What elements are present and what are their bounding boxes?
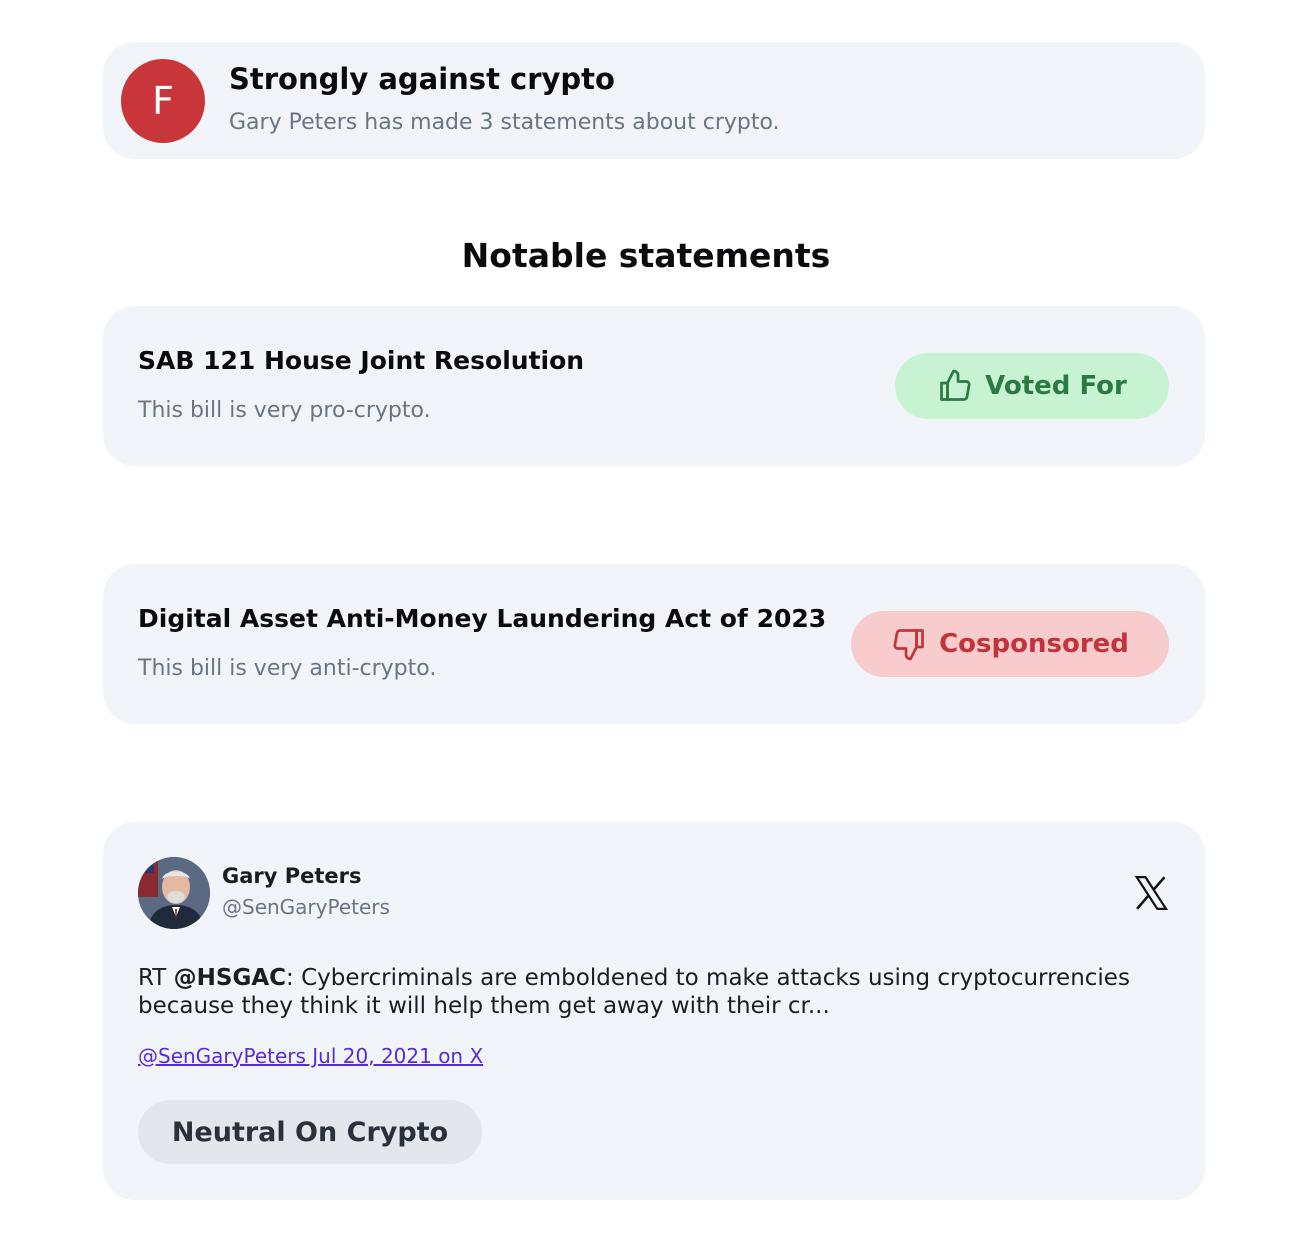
grade-title: Strongly against crypto	[229, 62, 615, 96]
grade-summary-card: F Strongly against crypto Gary Peters ha…	[103, 42, 1205, 159]
vote-status-label: Cosponsored	[939, 629, 1129, 659]
vote-status-label: Voted For	[985, 371, 1127, 401]
bill-card[interactable]: Digital Asset Anti-Money Laundering Act …	[103, 564, 1205, 724]
x-logo-icon[interactable]	[1132, 874, 1170, 912]
tweet-author-name: Gary Peters	[222, 864, 362, 888]
thumbs-down-icon	[893, 629, 924, 661]
tweet-source-link[interactable]: @SenGaryPeters Jul 20, 2021 on X	[138, 1044, 483, 1068]
bill-description: This bill is very anti-crypto.	[138, 656, 437, 681]
tweet-text: RT @HSGAC: Cybercriminals are emboldened…	[138, 965, 1130, 1019]
tweet-mention[interactable]: @HSGAC	[174, 965, 286, 991]
bill-description: This bill is very pro-crypto.	[138, 398, 431, 423]
vote-status-pill: Cosponsored	[851, 611, 1169, 677]
vote-status-pill: Voted For	[895, 353, 1169, 419]
grade-badge: F	[121, 59, 205, 143]
stance-badge: Neutral On Crypto	[138, 1100, 482, 1164]
bill-title: Digital Asset Anti-Money Laundering Act …	[138, 604, 827, 633]
section-heading: Notable statements	[461, 236, 831, 275]
bill-title: SAB 121 House Joint Resolution	[138, 346, 585, 375]
tweet-author-handle: @SenGaryPeters	[222, 895, 390, 919]
grade-subtitle: Gary Peters has made 3 statements about …	[229, 110, 780, 135]
bill-card[interactable]: SAB 121 House Joint Resolution This bill…	[103, 306, 1205, 466]
avatar	[138, 857, 210, 929]
tweet-card: Gary Peters @SenGaryPeters RT @HSGAC: Cy…	[103, 822, 1205, 1200]
thumbs-up-icon	[940, 369, 971, 401]
